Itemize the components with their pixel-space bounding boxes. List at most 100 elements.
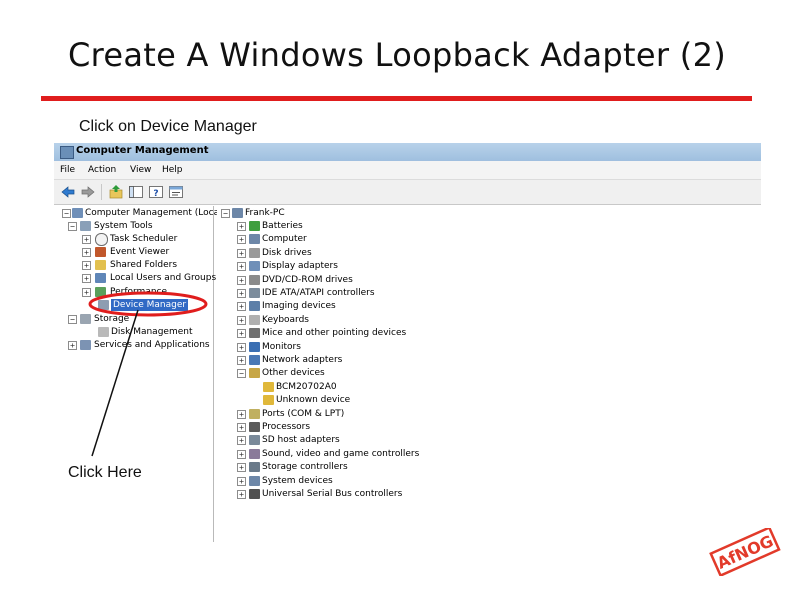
collapse-icon[interactable]: − [221,209,230,218]
expand-icon[interactable]: + [82,248,91,257]
device-category-icon [249,408,260,419]
back-arrow-icon[interactable] [60,184,76,200]
tree-item-local-users-groups[interactable]: + Local Users and Groups [62,272,216,284]
tree-item-disk-management[interactable]: Disk Management [62,326,212,338]
device-category-item[interactable]: Unknown device [221,394,541,406]
expand-icon[interactable]: + [82,274,91,283]
expand-icon[interactable]: + [237,222,246,231]
device-category-icon [249,368,260,379]
expand-icon[interactable]: + [237,248,246,258]
device-root-node[interactable]: − Frank-PC [221,207,521,219]
device-category-label: Other devices [262,368,325,379]
device-category-icon [249,328,260,339]
device-category-icon [249,221,260,231]
tree-item-performance[interactable]: + Performance [62,286,212,298]
expand-icon[interactable]: + [237,476,246,486]
expand-icon[interactable]: + [237,315,246,325]
device-category-item[interactable]: + Universal Serial Bus controllers [221,488,541,500]
tree-item-computer-management[interactable]: − Computer Management (Local) [62,207,225,219]
expand-icon[interactable]: + [237,235,246,245]
device-category-label: Monitors [262,341,301,352]
expand-icon[interactable]: + [237,275,246,285]
menu-view[interactable]: View [130,165,151,175]
expand-icon[interactable]: + [82,288,91,297]
show-hide-tree-icon[interactable] [128,184,144,200]
expand-icon[interactable]: + [82,261,91,270]
device-category-item[interactable]: + Batteries [221,220,541,232]
expand-icon[interactable]: + [237,490,246,499]
click-here-label: Click Here [68,464,142,481]
expand-icon[interactable]: + [237,436,246,446]
menu-file[interactable]: File [60,165,75,175]
tree-item-storage[interactable]: − Storage [62,313,212,325]
computer-icon [232,208,243,218]
device-category-item[interactable]: BCM20702A0 [221,381,541,393]
expand-icon[interactable]: + [68,341,77,350]
device-category-item[interactable]: + Computer [221,233,541,245]
expand-icon[interactable]: + [237,262,246,272]
window-app-icon [60,146,74,159]
expand-icon[interactable]: + [237,289,246,298]
device-category-item[interactable]: + Imaging devices [221,300,541,312]
device-category-label: DVD/CD-ROM drives [262,274,353,285]
expand-icon[interactable]: + [237,409,246,419]
tree-item-services-applications[interactable]: + Services and Applications [62,339,212,351]
device-category-icon [249,448,260,459]
device-category-icon [249,475,260,486]
device-category-item[interactable]: + Storage controllers [221,461,541,473]
collapse-icon[interactable]: − [62,209,71,218]
device-category-item[interactable]: + System devices [221,475,541,487]
window-titlebar: Computer Management [54,143,761,161]
device-category-label: Computer [262,234,307,245]
tree-item-task-scheduler[interactable]: + Task Scheduler [62,233,212,246]
device-category-label: Imaging devices [262,301,336,312]
help-icon[interactable]: ? [148,184,164,200]
caption-text: Click on Device Manager [79,118,257,135]
collapse-icon[interactable]: − [68,315,77,324]
device-category-item[interactable]: + Monitors [221,341,541,353]
menu-help[interactable]: Help [162,165,183,175]
tree-item-shared-folders[interactable]: + Shared Folders [62,259,212,271]
device-category-item[interactable]: + Processors [221,421,541,433]
device-category-item[interactable]: + Sound, video and game controllers [221,448,541,460]
menu-action[interactable]: Action [88,165,116,175]
device-category-item[interactable]: + Disk drives [221,247,541,259]
shared-folder-icon [95,260,106,270]
device-category-label: Processors [262,422,311,432]
device-category-item[interactable]: + SD host adapters [221,434,541,446]
device-category-item[interactable]: + Ports (COM & LPT) [221,408,541,420]
up-folder-icon[interactable] [108,184,124,200]
tree-item-system-tools[interactable]: − System Tools [62,220,212,232]
device-category-item[interactable]: + IDE ATA/ATAPI controllers [221,287,541,299]
expand-icon[interactable]: + [237,302,246,312]
device-manager-icon [98,300,109,310]
properties-icon[interactable] [168,184,184,200]
device-category-item[interactable]: + DVD/CD-ROM drives [221,274,541,286]
expand-icon[interactable]: + [237,449,246,459]
expand-icon[interactable]: + [237,423,246,432]
expand-icon[interactable]: + [237,329,246,339]
device-category-label: System devices [262,475,333,486]
expand-icon[interactable]: + [237,342,246,352]
device-category-item[interactable]: + Display adapters [221,260,541,272]
title-underline [41,96,752,101]
tree-item-device-manager[interactable]: Device Manager [62,299,212,311]
device-category-label: Keyboards [262,314,309,325]
expand-icon[interactable]: + [237,356,246,365]
performance-icon [95,287,106,297]
device-category-icon [249,422,260,432]
device-category-item[interactable]: + Keyboards [221,314,541,326]
expand-icon[interactable]: + [82,235,91,244]
device-category-item[interactable]: + Network adapters [221,354,541,366]
device-category-label: Sound, video and game controllers [262,448,420,459]
tree-item-event-viewer[interactable]: + Event Viewer [62,246,212,258]
device-category-item[interactable]: + Mice and other pointing devices [221,327,541,339]
device-category-item[interactable]: − Other devices [221,367,541,379]
collapse-icon[interactable]: − [68,222,77,231]
forward-arrow-icon[interactable] [80,184,96,200]
expand-icon[interactable]: + [237,463,246,473]
device-category-label: Ports (COM & LPT) [262,408,345,419]
slide-title: Create A Windows Loopback Adapter (2) [67,36,727,74]
collapse-icon[interactable]: − [237,369,246,379]
device-category-label: Mice and other pointing devices [262,328,407,339]
